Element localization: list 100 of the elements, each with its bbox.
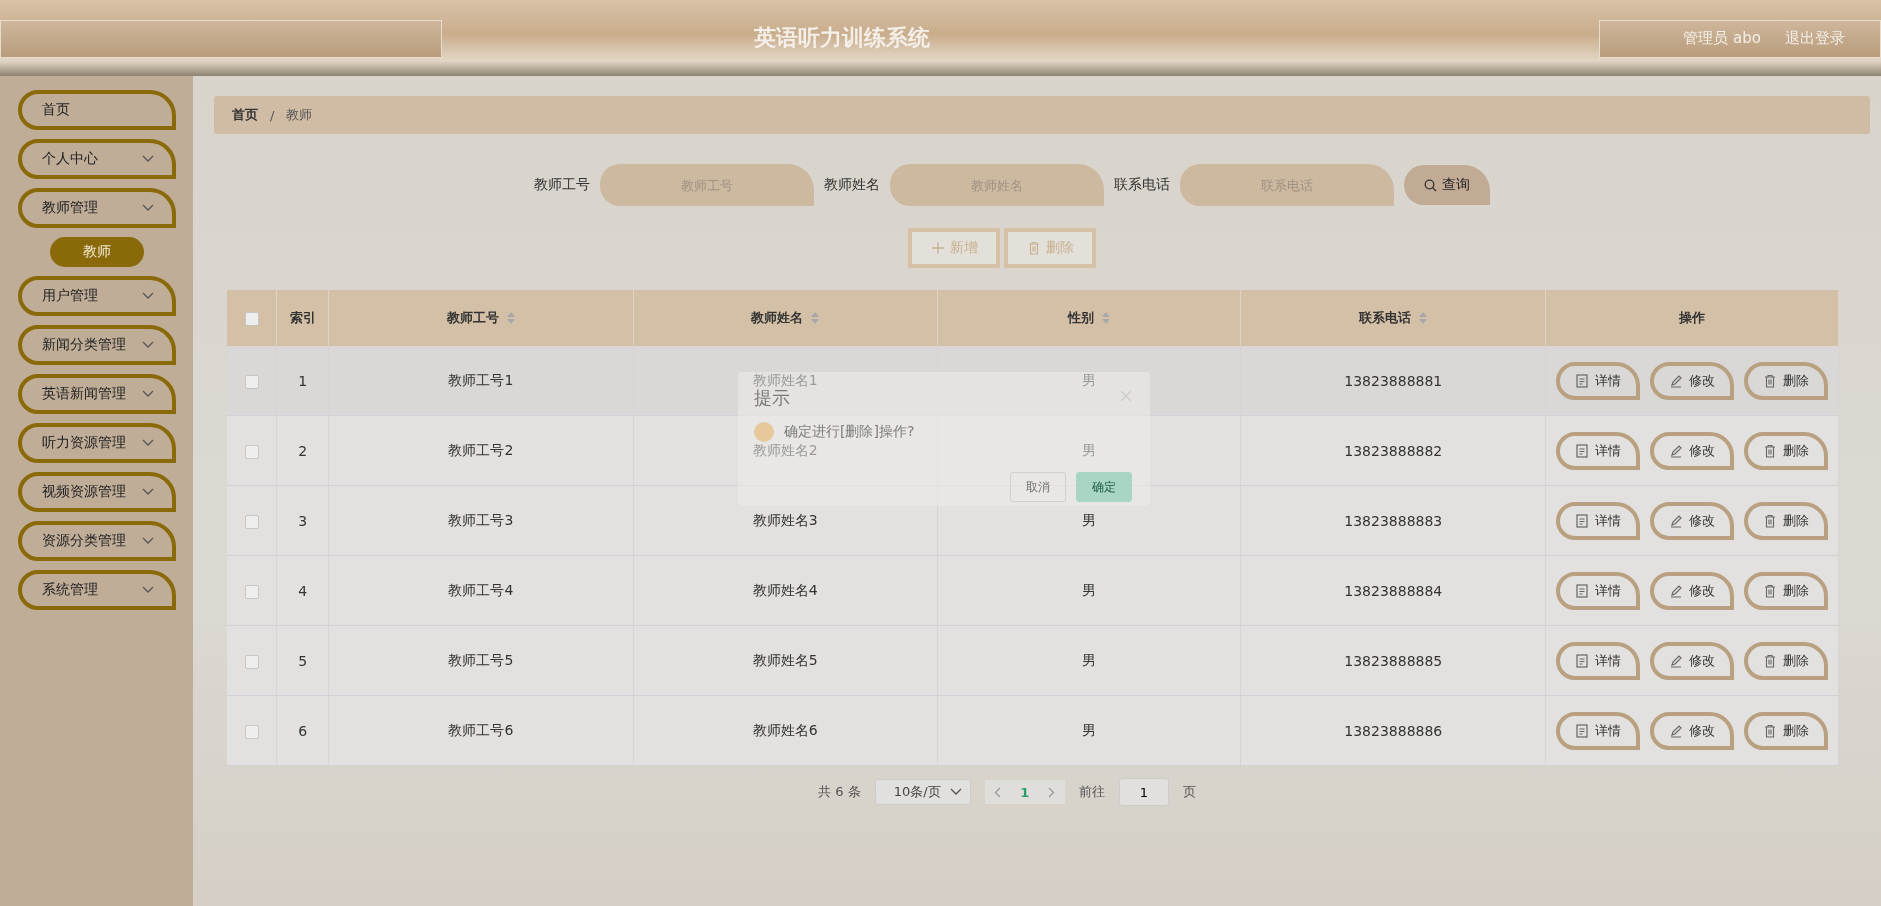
column-header: 索引 xyxy=(289,309,316,327)
cancel-button[interactable]: 取消 xyxy=(1010,472,1066,502)
row-checkbox[interactable] xyxy=(244,654,259,669)
detail-button[interactable]: 详情 xyxy=(1556,641,1641,680)
dialog-message: 确定进行[删除]操作? xyxy=(784,423,915,441)
pencil-icon xyxy=(1669,443,1684,458)
pencil-icon xyxy=(1669,373,1684,388)
close-icon[interactable] xyxy=(1120,390,1132,402)
row-checkbox[interactable] xyxy=(244,514,259,529)
sidebar-item[interactable]: 用户管理 xyxy=(17,276,176,316)
confirm-button[interactable]: 确定 xyxy=(1076,472,1132,502)
chevron-down-icon xyxy=(141,204,154,212)
row-checkbox[interactable] xyxy=(244,444,259,459)
trash-icon xyxy=(1763,513,1778,528)
sidebar-item[interactable]: 教师管理 xyxy=(17,188,176,228)
row-checkbox[interactable] xyxy=(244,374,259,389)
chevron-down-icon xyxy=(141,155,154,163)
table-cell: 13823888881 xyxy=(1344,372,1443,389)
goto-page-field[interactable]: 1 xyxy=(1118,778,1169,806)
trash-icon xyxy=(1763,373,1778,388)
total-count: 共 6 条 xyxy=(818,783,861,801)
sidebar-item[interactable]: 资源分类管理 xyxy=(17,521,176,561)
trash-icon xyxy=(1763,653,1778,668)
row-checkbox[interactable] xyxy=(244,724,259,739)
pencil-icon xyxy=(1669,513,1684,528)
delete-button[interactable]: 删除 xyxy=(1744,501,1829,540)
delete-button[interactable]: 删除 xyxy=(1744,571,1829,610)
table-cell: 13823888885 xyxy=(1344,652,1443,669)
table-cell: 教师工号3 xyxy=(448,511,514,528)
search-button[interactable]: 查询 xyxy=(1404,165,1490,205)
sidebar-item[interactable]: 英语新闻管理 xyxy=(17,374,176,414)
document-icon xyxy=(1575,583,1590,598)
pencil-icon xyxy=(1669,653,1684,668)
sidebar-item[interactable]: 首页 xyxy=(17,90,176,130)
page-size-select[interactable]: 10条/页 xyxy=(874,779,971,805)
sort-icon[interactable] xyxy=(1101,312,1110,324)
edit-button[interactable]: 修改 xyxy=(1650,641,1735,680)
sidebar-item[interactable]: 新闻分类管理 xyxy=(17,325,176,365)
chevron-down-icon xyxy=(141,292,154,300)
sort-icon[interactable] xyxy=(506,312,515,324)
edit-button[interactable]: 修改 xyxy=(1650,571,1735,610)
column-header: 操作 xyxy=(1679,309,1706,327)
chevron-right-icon xyxy=(1048,786,1056,798)
delete-button[interactable]: 删除 xyxy=(1744,361,1829,400)
table-cell: 4 xyxy=(298,582,308,599)
table-cell: 男 xyxy=(1081,371,1096,388)
field-label: 联系电话 xyxy=(1114,176,1170,194)
detail-button[interactable]: 详情 xyxy=(1556,431,1641,470)
table-cell: 13823888884 xyxy=(1344,582,1443,599)
table-cell: 教师姓名5 xyxy=(752,651,818,668)
sidebar-subitem[interactable]: 教师 xyxy=(49,237,144,267)
pencil-icon xyxy=(1669,723,1684,738)
document-icon xyxy=(1575,443,1590,458)
sort-icon[interactable] xyxy=(811,312,820,324)
sidebar-item[interactable]: 听力资源管理 xyxy=(17,423,176,463)
table-cell: 6 xyxy=(298,722,308,739)
table-cell: 教师工号2 xyxy=(448,441,514,458)
document-icon xyxy=(1575,653,1590,668)
chevron-down-icon xyxy=(141,390,154,398)
detail-button[interactable]: 详情 xyxy=(1556,711,1641,750)
table-cell: 教师工号4 xyxy=(448,581,514,598)
table-cell: 男 xyxy=(1081,721,1096,738)
row-checkbox[interactable] xyxy=(244,584,259,599)
delete-button[interactable]: 删除 xyxy=(1744,431,1829,470)
table-cell: 教师工号1 xyxy=(448,371,514,388)
sidebar-item[interactable]: 个人中心 xyxy=(17,139,176,179)
field-label: 教师姓名 xyxy=(824,176,880,194)
trash-icon xyxy=(1026,241,1041,255)
table-cell: 教师姓名4 xyxy=(752,581,818,598)
chevron-down-icon xyxy=(141,439,154,447)
table-cell: 13823888883 xyxy=(1344,512,1443,529)
table-cell: 教师工号6 xyxy=(448,721,514,738)
table-cell: 教师姓名2 xyxy=(752,441,818,458)
sidebar-item[interactable]: 系统管理 xyxy=(17,570,176,610)
column-header: 教师姓名 xyxy=(751,309,804,327)
detail-button[interactable]: 详情 xyxy=(1556,501,1641,540)
edit-button[interactable]: 修改 xyxy=(1650,711,1735,750)
breadcrumb-item: 教师 xyxy=(286,106,313,124)
breadcrumb-item[interactable]: 首页 xyxy=(232,106,258,124)
table-cell: 教师姓名1 xyxy=(752,371,818,388)
table-cell: 男 xyxy=(1081,511,1096,528)
detail-button[interactable]: 详情 xyxy=(1556,361,1641,400)
sidebar-item[interactable]: 视频资源管理 xyxy=(17,472,176,512)
edit-button[interactable]: 修改 xyxy=(1650,501,1735,540)
app-title: 英语听力训练系统 xyxy=(753,24,930,52)
caret-icon xyxy=(949,788,962,796)
trash-icon xyxy=(1763,583,1778,598)
delete-button[interactable]: 删除 xyxy=(1744,711,1829,750)
field-label: 教师工号 xyxy=(534,176,590,194)
select-all-checkbox[interactable] xyxy=(244,311,259,326)
sort-icon[interactable] xyxy=(1419,312,1428,324)
chevron-down-icon xyxy=(141,586,154,594)
edit-button[interactable]: 修改 xyxy=(1650,361,1735,400)
table-cell: 3 xyxy=(298,512,308,529)
table-cell: 教师姓名6 xyxy=(752,721,818,738)
table-cell: 2 xyxy=(298,442,308,459)
delete-button[interactable]: 删除 xyxy=(1744,641,1829,680)
detail-button[interactable]: 详情 xyxy=(1556,571,1641,610)
column-header: 性别 xyxy=(1067,309,1094,327)
edit-button[interactable]: 修改 xyxy=(1650,431,1735,470)
